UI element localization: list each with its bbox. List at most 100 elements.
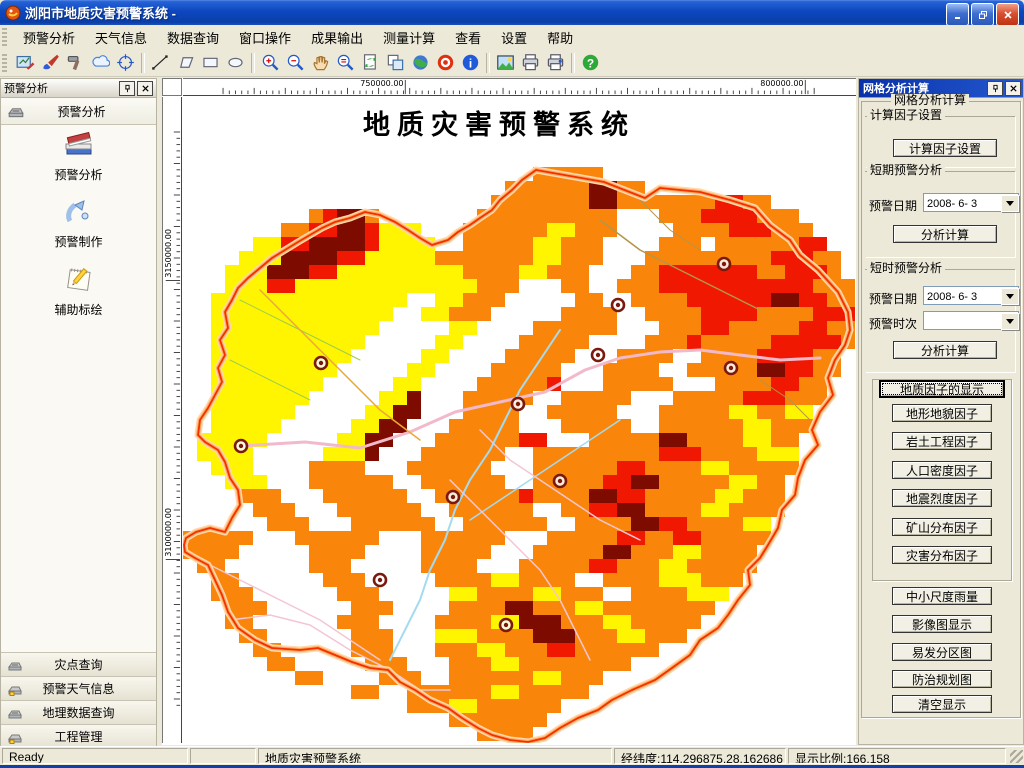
seismic-factor-button[interactable]: 地震烈度因子: [892, 489, 992, 507]
map-marker[interactable]: [610, 297, 626, 313]
accordion-project-mgmt[interactable]: 工程管理: [1, 724, 156, 748]
zoom-window-icon[interactable]: [333, 50, 358, 75]
susceptibility-map-button[interactable]: 易发分区图: [892, 643, 992, 661]
imagery-button[interactable]: 影像图显示: [892, 615, 992, 633]
help-icon[interactable]: ?: [578, 50, 603, 75]
menu-settings[interactable]: 设置: [491, 25, 537, 50]
mine-factor-button[interactable]: 矿山分布因子: [892, 518, 992, 536]
date-label: 预警日期: [869, 292, 918, 306]
map-area: 750000.00 800000.00 3150000.00 3100000.00 …: [162, 78, 856, 745]
stop-icon[interactable]: [433, 50, 458, 75]
svg-text:3100000.00: 3100000.00: [163, 508, 173, 557]
copy-map-icon[interactable]: [383, 50, 408, 75]
book-icon: [65, 131, 91, 155]
terrain-factor-button[interactable]: 地形地貌因子: [892, 404, 992, 422]
globe-icon[interactable]: [408, 50, 433, 75]
horizontal-ruler: 750000.00 800000.00: [183, 78, 856, 96]
window-title: 浏阳市地质灾害预警系统 -: [25, 6, 176, 21]
clear-display-button[interactable]: 清空显示: [892, 695, 992, 713]
print-setup-icon[interactable]: [543, 50, 568, 75]
left-panel-title-bar[interactable]: 预警分析: [1, 79, 156, 98]
map-canvas[interactable]: [183, 97, 855, 743]
chevron-down-icon[interactable]: [1001, 195, 1019, 212]
geotech-factor-button[interactable]: 岩土工程因子: [892, 432, 992, 450]
left-panel-section-header[interactable]: 预警分析: [1, 98, 156, 125]
map-document[interactable]: 地质灾害预警系统: [183, 97, 855, 743]
population-factor-button[interactable]: 人口密度因子: [892, 461, 992, 479]
factor-setup-label: 计算因子设置: [867, 109, 946, 122]
map-marker[interactable]: [498, 617, 514, 633]
svg-text:?: ?: [587, 56, 594, 70]
menu-view[interactable]: 查看: [445, 25, 491, 50]
map-marker[interactable]: [716, 256, 732, 272]
hammer-icon[interactable]: [63, 50, 88, 75]
chevron-down-icon[interactable]: [1001, 288, 1019, 305]
map-marker[interactable]: [445, 489, 461, 505]
time-label: 预警时次: [869, 317, 918, 331]
resize-grip[interactable]: [1010, 750, 1023, 763]
nav-item-warning-analysis[interactable]: 预警分析: [1, 127, 156, 183]
svg-text:i: i: [469, 56, 472, 70]
map-marker[interactable]: [372, 572, 388, 588]
title-bar[interactable]: 浏阳市地质灾害预警系统 -: [0, 0, 1024, 26]
print-icon[interactable]: [518, 50, 543, 75]
accordion-geo-data-query[interactable]: 地理数据查询: [1, 700, 156, 724]
close-button[interactable]: [996, 3, 1019, 26]
status-scale: 显示比例:166.158: [788, 748, 1006, 764]
menu-help[interactable]: 帮助: [537, 25, 583, 50]
menu-warning-analysis[interactable]: 预警分析: [13, 25, 85, 50]
ruler-corner: [162, 78, 182, 96]
line-tool-icon[interactable]: [148, 50, 173, 75]
app-logo-icon: [5, 5, 21, 21]
rectangle-tool-icon[interactable]: [198, 50, 223, 75]
zoom-out-icon[interactable]: [283, 50, 308, 75]
menu-data-query[interactable]: 数据查询: [157, 25, 229, 50]
menu-measure[interactable]: 测量计算: [373, 25, 445, 50]
refresh-icon[interactable]: [358, 50, 383, 75]
disaster-factor-button[interactable]: 灾害分布因子: [892, 546, 992, 564]
close-icon[interactable]: [1005, 80, 1021, 96]
map-marker[interactable]: [510, 396, 526, 412]
map-marker[interactable]: [723, 360, 739, 376]
nowcast-analyze-button[interactable]: 分析计算: [893, 341, 997, 359]
paintbrush-icon[interactable]: [38, 50, 63, 75]
close-icon[interactable]: [137, 80, 153, 96]
ellipse-tool-icon[interactable]: [223, 50, 248, 75]
map-marker[interactable]: [590, 347, 606, 363]
target-icon[interactable]: [113, 50, 138, 75]
accordion-disaster-query[interactable]: 灾点查询: [1, 652, 156, 676]
rainfall-button[interactable]: 中小尺度雨量: [892, 587, 992, 605]
minimize-button[interactable]: [946, 3, 969, 26]
groupbox-title: 网格分析计算: [891, 94, 970, 107]
prevention-plan-button[interactable]: 防治规划图: [892, 670, 992, 688]
short-term-analyze-button[interactable]: 分析计算: [893, 225, 997, 243]
map-image-icon[interactable]: [493, 50, 518, 75]
menu-grip[interactable]: [2, 28, 7, 46]
menu-window-ops[interactable]: 窗口操作: [229, 25, 301, 50]
geo-factor-display-button[interactable]: 地质因子的显示: [879, 380, 1005, 398]
toolbar: i?: [0, 49, 1024, 77]
pin-icon[interactable]: [119, 80, 135, 96]
accordion-weather-info[interactable]: 预警天气信息: [1, 676, 156, 700]
toolbar-grip[interactable]: [2, 53, 7, 72]
menu-output[interactable]: 成果输出: [301, 25, 373, 50]
restore-button[interactable]: [971, 3, 994, 26]
menu-weather-info[interactable]: 天气信息: [85, 25, 157, 50]
nav-item-aux-plotting[interactable]: 辅助标绘: [1, 262, 156, 318]
nav-item-warning-making[interactable]: 预警制作: [1, 194, 156, 250]
accordion-label: 地理数据查询: [42, 706, 115, 720]
polygon-tool-icon[interactable]: [173, 50, 198, 75]
factor-setup-button[interactable]: 计算因子设置: [893, 139, 997, 157]
info-icon[interactable]: i: [458, 50, 483, 75]
chevron-down-icon[interactable]: [1001, 313, 1019, 330]
pin-icon[interactable]: [987, 80, 1003, 96]
cloud-icon[interactable]: [88, 50, 113, 75]
zoom-in-icon[interactable]: [258, 50, 283, 75]
map-edit-icon[interactable]: [13, 50, 38, 75]
map-marker[interactable]: [313, 355, 329, 371]
pan-icon[interactable]: [308, 50, 333, 75]
map-marker[interactable]: [552, 473, 568, 489]
status-doc-name: 地质灾害预警系统: [258, 748, 612, 764]
section-device-icon: [8, 108, 24, 118]
map-marker[interactable]: [233, 438, 249, 454]
